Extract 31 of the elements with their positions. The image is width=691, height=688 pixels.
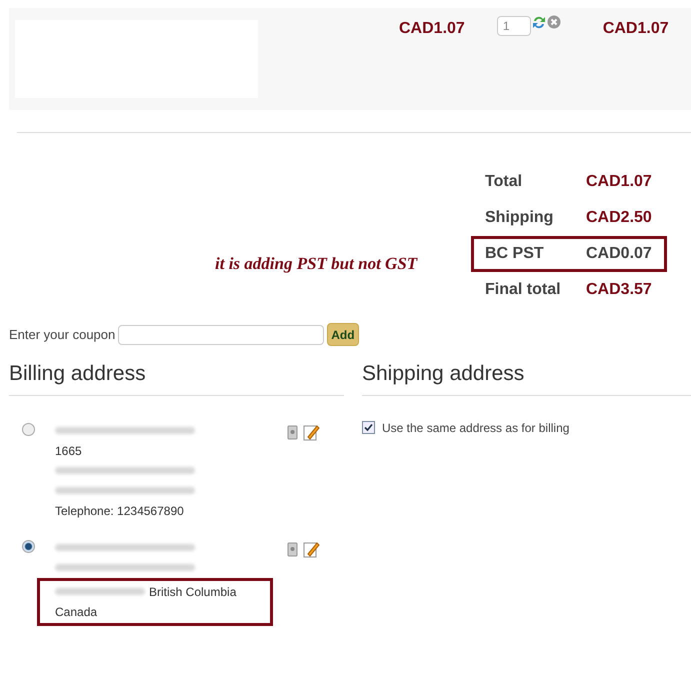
billing-heading: Billing address <box>9 358 344 396</box>
total-label: BC PST <box>485 244 545 264</box>
address-radio[interactable] <box>22 540 35 552</box>
annotation-note: it is adding PST but not GST <box>215 252 418 275</box>
address-radio[interactable] <box>22 422 35 436</box>
coupon-field[interactable] <box>118 324 324 344</box>
pencil-icon[interactable] <box>303 424 320 440</box>
trash-icon[interactable] <box>287 424 298 440</box>
refresh-icon[interactable] <box>532 15 546 30</box>
total-value: CAD3.57 <box>586 280 652 300</box>
total-value: CAD1.07 <box>586 172 652 192</box>
add-coupon-button[interactable]: Add <box>327 323 359 346</box>
line-total: CAD1.07 <box>602 19 669 39</box>
address-line: Canada <box>55 604 98 620</box>
shipping-heading: Shipping address <box>362 358 691 396</box>
total-value: CAD2.50 <box>586 208 652 228</box>
quantity-field[interactable]: 1 <box>496 16 531 36</box>
total-label: Final total <box>485 280 562 300</box>
pencil-icon[interactable] <box>303 540 320 558</box>
remove-icon[interactable] <box>546 15 561 29</box>
total-value: CAD0.07 <box>586 244 652 264</box>
coupon-label: Enter your coupon <box>9 326 116 344</box>
address-line: 1665 <box>55 442 82 460</box>
total-label: Total <box>485 172 524 192</box>
address-line: Telephone: 1234567890 <box>55 502 184 520</box>
address-line: British Columbia <box>149 584 236 600</box>
total-label: Shipping <box>485 208 554 228</box>
same-address-checkbox[interactable] <box>362 421 375 434</box>
trash-icon[interactable] <box>287 540 298 556</box>
same-address-label: Use the same address as for billing <box>382 420 570 436</box>
unit-price: CAD1.07 <box>399 19 465 39</box>
